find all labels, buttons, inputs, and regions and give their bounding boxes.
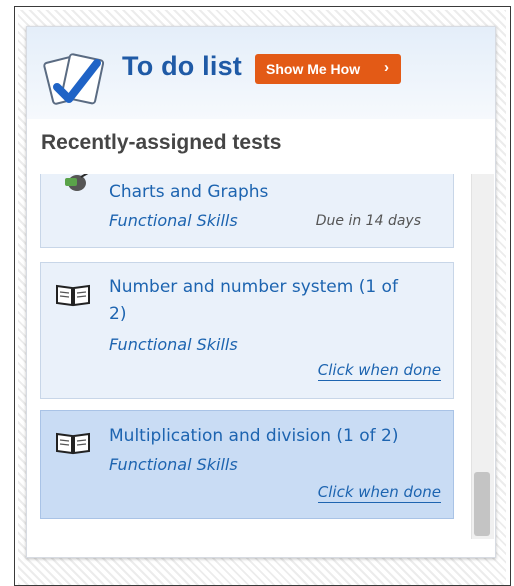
test-subject: Functional Skills xyxy=(109,335,238,354)
panel-header: To do list Show Me How › xyxy=(27,27,495,119)
show-me-how-button[interactable]: Show Me How › xyxy=(255,54,401,84)
book-icon xyxy=(56,432,90,455)
click-when-done-link[interactable]: Click when done xyxy=(317,483,441,503)
show-me-how-label: Show Me How xyxy=(266,61,361,77)
test-card[interactable]: Multiplication and division (1 of 2) Fun… xyxy=(40,410,454,519)
scrollbar-thumb[interactable] xyxy=(474,472,490,536)
scrollbar[interactable] xyxy=(471,174,494,539)
page-title: To do list xyxy=(122,51,242,81)
click-when-done-link[interactable]: Click when done xyxy=(317,361,441,381)
test-card[interactable]: Charts and Graphs Functional Skills Due … xyxy=(40,174,454,248)
test-subject: Functional Skills xyxy=(109,455,238,474)
todo-panel: To do list Show Me How › Recently-assign… xyxy=(26,26,496,558)
test-pencil-icon xyxy=(65,174,89,191)
test-card[interactable]: Number and number system (1 of 2) Functi… xyxy=(40,262,454,399)
todo-checklist-icon xyxy=(43,53,105,105)
test-title: Charts and Graphs xyxy=(109,182,269,202)
test-subject: Functional Skills xyxy=(109,211,238,230)
book-icon xyxy=(56,284,90,307)
section-title: Recently-assigned tests xyxy=(41,131,282,154)
test-list: Charts and Graphs Functional Skills Due … xyxy=(27,174,467,557)
test-title: Number and number system (1 of 2) xyxy=(109,277,398,324)
chevron-right-icon: › xyxy=(384,59,389,76)
test-title: Multiplication and division (1 of 2) xyxy=(109,426,399,446)
due-date: Due in 14 days xyxy=(315,213,421,229)
